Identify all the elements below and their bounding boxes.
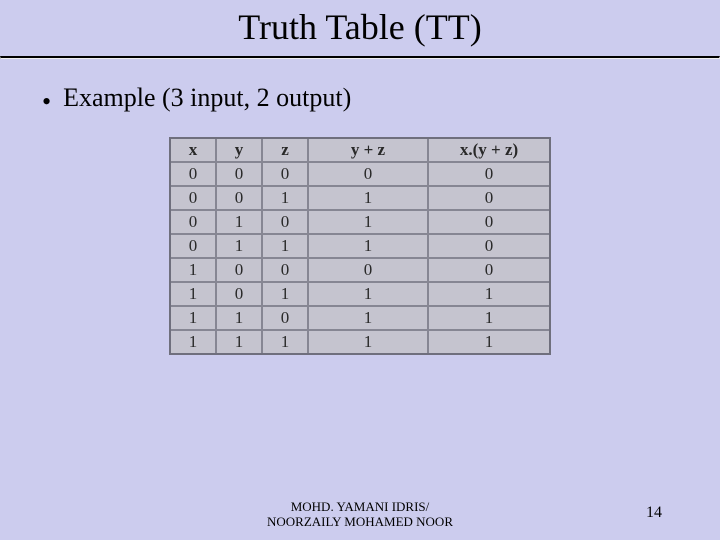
- cell: 0: [429, 211, 549, 235]
- cell: 1: [429, 331, 549, 353]
- cell: 0: [171, 163, 217, 187]
- table-row: 1 0 0 0 0: [171, 259, 549, 283]
- cell: 0: [263, 259, 309, 283]
- cell: 1: [171, 331, 217, 353]
- table-row: 1 1 1 1 1: [171, 331, 549, 353]
- col-header-yz: y + z: [309, 139, 429, 163]
- cell: 1: [263, 187, 309, 211]
- col-header-z: z: [263, 139, 309, 163]
- table-row: 0 0 0 0 0: [171, 163, 549, 187]
- cell: 0: [217, 187, 263, 211]
- cell: 1: [171, 283, 217, 307]
- table-row: 0 1 0 1 0: [171, 211, 549, 235]
- col-header-xyz: x.(y + z): [429, 139, 549, 163]
- cell: 1: [217, 307, 263, 331]
- cell: 0: [263, 307, 309, 331]
- col-header-x: x: [171, 139, 217, 163]
- cell: 0: [429, 187, 549, 211]
- cell: 0: [309, 259, 429, 283]
- cell: 0: [171, 187, 217, 211]
- cell: 1: [217, 211, 263, 235]
- cell: 0: [263, 211, 309, 235]
- cell: 1: [263, 331, 309, 353]
- cell: 1: [263, 235, 309, 259]
- cell: 0: [171, 235, 217, 259]
- page-number: 14: [646, 504, 662, 522]
- cell: 1: [309, 331, 429, 353]
- cell: 0: [429, 259, 549, 283]
- cell: 0: [263, 163, 309, 187]
- cell: 0: [429, 235, 549, 259]
- cell: 1: [263, 283, 309, 307]
- cell: 1: [309, 283, 429, 307]
- cell: 1: [217, 235, 263, 259]
- table-row: 0 1 1 1 0: [171, 235, 549, 259]
- footer-author-line2: NOORZAILY MOHAMED NOOR: [0, 514, 720, 530]
- cell: 1: [309, 211, 429, 235]
- cell: 1: [309, 307, 429, 331]
- cell: 1: [217, 331, 263, 353]
- table-row: 1 1 0 1 1: [171, 307, 549, 331]
- cell: 0: [309, 163, 429, 187]
- cell: 1: [429, 307, 549, 331]
- page-title: Truth Table (TT): [0, 0, 720, 56]
- cell: 0: [429, 163, 549, 187]
- truth-table: x y z y + z x.(y + z) 0 0 0 0 0 0 0 1 1 …: [169, 137, 551, 355]
- cell: 0: [171, 211, 217, 235]
- cell: 1: [171, 259, 217, 283]
- cell: 1: [171, 307, 217, 331]
- table-header-row: x y z y + z x.(y + z): [171, 139, 549, 163]
- cell: 0: [217, 163, 263, 187]
- col-header-y: y: [217, 139, 263, 163]
- footer-author-line1: MOHD. YAMANI IDRIS/: [0, 499, 720, 515]
- bullet-item: • Example (3 input, 2 output): [0, 59, 720, 115]
- footer: MOHD. YAMANI IDRIS/ NOORZAILY MOHAMED NO…: [0, 499, 720, 530]
- cell: 0: [217, 283, 263, 307]
- bullet-text: Example (3 input, 2 output): [63, 83, 351, 113]
- cell: 1: [429, 283, 549, 307]
- table-row: 1 0 1 1 1: [171, 283, 549, 307]
- cell: 1: [309, 235, 429, 259]
- table-row: 0 0 1 1 0: [171, 187, 549, 211]
- bullet-icon: •: [42, 89, 51, 115]
- footer-author: MOHD. YAMANI IDRIS/ NOORZAILY MOHAMED NO…: [0, 499, 720, 530]
- cell: 1: [309, 187, 429, 211]
- cell: 0: [217, 259, 263, 283]
- truth-table-container: x y z y + z x.(y + z) 0 0 0 0 0 0 0 1 1 …: [0, 137, 720, 355]
